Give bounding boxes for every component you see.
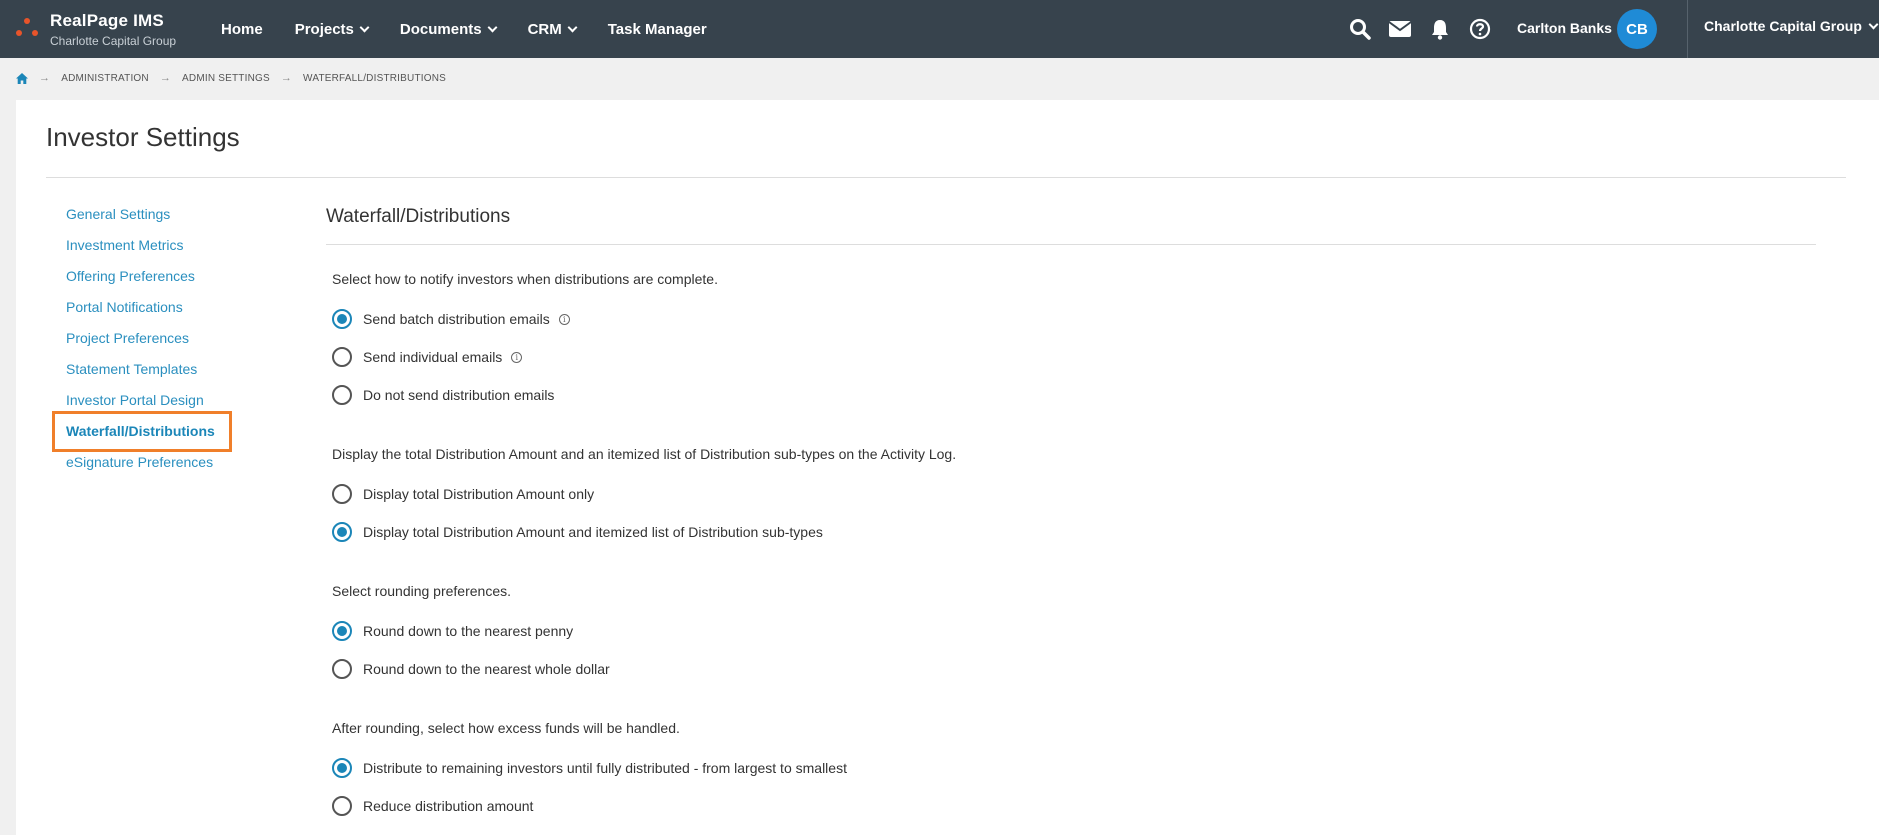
- breadcrumb: → ADMINISTRATION → ADMIN SETTINGS → WATE…: [16, 70, 446, 86]
- radio-unselected[interactable]: [332, 796, 352, 816]
- radio-option[interactable]: Round down to the nearest penny: [332, 612, 610, 650]
- breadcrumb-current: WATERFALL/DISTRIBUTIONS: [303, 72, 446, 84]
- option-label: Display total Distribution Amount only: [363, 486, 595, 502]
- org-switcher[interactable]: Charlotte Capital Group: [1704, 18, 1879, 34]
- org-switcher-label: Charlotte Capital Group: [1704, 18, 1862, 34]
- settings-card: Investor Settings General Settings Inves…: [16, 100, 1879, 835]
- avatar[interactable]: CB: [1617, 9, 1657, 49]
- nav-projects[interactable]: Projects: [279, 21, 384, 38]
- radio-option[interactable]: Display total Distribution Amount only: [332, 475, 956, 513]
- nav-crm[interactable]: CRM: [512, 21, 592, 38]
- bell-icon[interactable]: [1428, 17, 1452, 41]
- sidebar-item-esignature-preferences[interactable]: eSignature Preferences: [66, 453, 215, 484]
- breadcrumb-administration[interactable]: ADMINISTRATION: [61, 73, 149, 84]
- radio-unselected[interactable]: [332, 659, 352, 679]
- chevron-down-icon: [1868, 19, 1879, 30]
- sidebar-item-offering-preferences[interactable]: Offering Preferences: [66, 267, 215, 298]
- breadcrumb-arrow-icon: →: [280, 72, 293, 84]
- radio-option[interactable]: Reduce distribution amount: [332, 787, 847, 825]
- mail-icon[interactable]: [1388, 17, 1412, 41]
- section-divider: [326, 244, 1816, 245]
- radio-unselected[interactable]: [332, 385, 352, 405]
- nav-home[interactable]: Home: [205, 21, 279, 38]
- radio-option[interactable]: Display total Distribution Amount and it…: [332, 513, 956, 551]
- help-icon[interactable]: [1468, 17, 1492, 41]
- info-icon[interactable]: i: [558, 313, 570, 325]
- radio-option[interactable]: Distribute to remaining investors until …: [332, 749, 847, 787]
- info-icon[interactable]: i: [511, 351, 523, 363]
- nav-projects-label: Projects: [294, 20, 354, 38]
- app-name: RealPage IMS: [50, 11, 164, 30]
- active-item-highlight: [52, 411, 232, 452]
- radio-selected[interactable]: [332, 309, 352, 329]
- sidebar-item-general-settings[interactable]: General Settings: [66, 205, 215, 236]
- rounding-preferences-group: Select rounding preferences. Round down …: [332, 583, 610, 688]
- user-name[interactable]: Carlton Banks: [1517, 20, 1612, 36]
- radio-selected[interactable]: [332, 758, 352, 778]
- option-label: Do not send distribution emails: [363, 387, 555, 403]
- radio-option[interactable]: Send individual emails i: [332, 338, 718, 376]
- nav-task-manager[interactable]: Task Manager: [592, 21, 723, 38]
- nav-home-label: Home: [221, 20, 263, 38]
- top-navbar: RealPage IMS Charlotte Capital Group Hom…: [0, 0, 1879, 58]
- option-label: Round down to the nearest penny: [363, 623, 574, 639]
- breadcrumb-arrow-icon: →: [39, 72, 51, 84]
- header-icons: [1348, 0, 1492, 58]
- radio-selected[interactable]: [332, 522, 352, 542]
- radio-option[interactable]: Round down to the nearest whole dollar: [332, 650, 610, 688]
- realpage-logo-icon[interactable]: [14, 16, 42, 40]
- title-divider: [46, 177, 1846, 178]
- sidebar-item-project-preferences[interactable]: Project Preferences: [66, 329, 215, 360]
- chevron-down-icon: [567, 22, 578, 32]
- page-title: Investor Settings: [46, 122, 240, 152]
- radio-option[interactable]: Do not send distribution emails: [332, 376, 718, 414]
- chevron-down-icon: [359, 22, 370, 32]
- notify-investors-group: Select how to notify investors when dist…: [332, 271, 718, 414]
- radio-selected[interactable]: [332, 621, 352, 641]
- option-label: Distribute to remaining investors until …: [363, 760, 847, 776]
- option-label: Round down to the nearest whole dollar: [363, 661, 610, 677]
- chevron-down-icon: [487, 22, 498, 32]
- home-icon[interactable]: [16, 72, 28, 84]
- option-label: Reduce distribution amount: [363, 798, 534, 814]
- option-label: Send individual emails: [363, 349, 503, 365]
- question-label: Select how to notify investors when dist…: [332, 271, 718, 287]
- option-label: Display total Distribution Amount and it…: [363, 524, 823, 540]
- radio-unselected[interactable]: [332, 347, 352, 367]
- search-icon[interactable]: [1348, 17, 1372, 41]
- sidebar-item-investment-metrics[interactable]: Investment Metrics: [66, 236, 215, 267]
- nav-crm-label: CRM: [527, 20, 562, 38]
- header-divider: [1687, 0, 1688, 58]
- brand[interactable]: RealPage IMS Charlotte Capital Group: [50, 11, 176, 48]
- question-label: Display the total Distribution Amount an…: [332, 446, 957, 462]
- main-nav: Home Projects Documents CRM Task Manager: [205, 0, 723, 58]
- breadcrumb-admin-settings[interactable]: ADMIN SETTINGS: [182, 73, 270, 84]
- app-org-subtitle: Charlotte Capital Group: [50, 34, 177, 48]
- option-label: Send batch distribution emails: [363, 311, 550, 327]
- nav-documents-label: Documents: [399, 20, 482, 38]
- sidebar-item-portal-notifications[interactable]: Portal Notifications: [66, 298, 215, 329]
- breadcrumb-arrow-icon: →: [159, 72, 172, 84]
- sidebar-item-statement-templates[interactable]: Statement Templates: [66, 360, 215, 391]
- section-title: Waterfall/Distributions: [326, 206, 511, 227]
- nav-task-manager-label: Task Manager: [607, 20, 707, 38]
- excess-funds-group: After rounding, select how excess funds …: [332, 720, 847, 825]
- question-label: Select rounding preferences.: [332, 583, 511, 599]
- activity-log-display-group: Display the total Distribution Amount an…: [332, 446, 956, 551]
- radio-unselected[interactable]: [332, 484, 352, 504]
- question-label: After rounding, select how excess funds …: [332, 720, 680, 736]
- radio-option[interactable]: Send batch distribution emails i: [332, 300, 718, 338]
- nav-documents[interactable]: Documents: [384, 21, 512, 38]
